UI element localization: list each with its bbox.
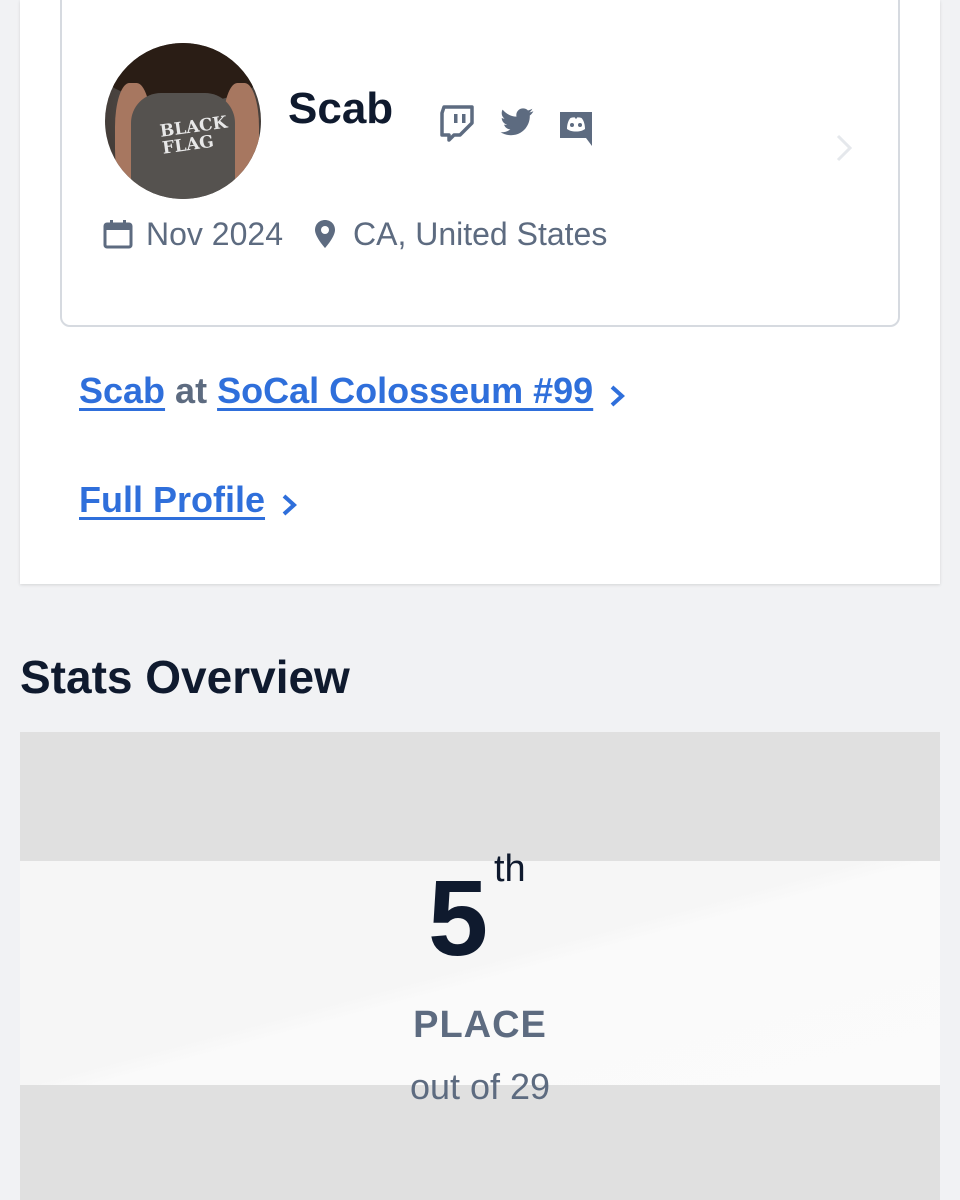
placement-label: PLACE	[413, 1004, 547, 1046]
placement-number: 5	[428, 857, 489, 978]
avatar: BLACK FLAG	[105, 43, 261, 199]
placement-total: out of 29	[409, 1066, 551, 1107]
full-profile-link[interactable]: Full Profile	[79, 479, 265, 521]
twitch-icon[interactable]	[438, 103, 478, 143]
section-title: Stats Overview	[20, 651, 350, 703]
profile-meta: Nov 2024 CA, United States	[102, 214, 607, 254]
full-profile-row: Full Profile	[79, 479, 301, 521]
page: BLACK FLAG Scab Nov 2024 CA, United Stat…	[0, 0, 960, 1200]
player-card: BLACK FLAG Scab Nov 2024 CA, United Stat…	[20, 0, 940, 584]
player-link[interactable]: Scab	[79, 370, 165, 412]
profile-box[interactable]: BLACK FLAG Scab Nov 2024 CA, United Stat…	[60, 0, 900, 327]
chevron-right-icon[interactable]	[832, 132, 856, 164]
chevron-right-icon[interactable]	[279, 486, 301, 516]
joined-date: Nov 2024	[146, 215, 283, 252]
event-link[interactable]: SoCal Colosseum #99	[217, 370, 593, 412]
location-text: CA, United States	[352, 215, 608, 252]
event-link-row: Scab at SoCal Colosseum #99	[79, 370, 629, 412]
event-connector: at	[175, 370, 208, 411]
placement-card: 5 th PLACE out of 29	[20, 732, 940, 1200]
twitter-icon[interactable]	[498, 103, 538, 143]
location-pin-icon	[309, 218, 341, 250]
chevron-right-icon[interactable]	[607, 377, 629, 407]
player-name: Scab	[288, 84, 394, 133]
discord-icon[interactable]	[556, 108, 596, 148]
calendar-icon	[102, 218, 134, 250]
placement-suffix: th	[494, 848, 526, 890]
